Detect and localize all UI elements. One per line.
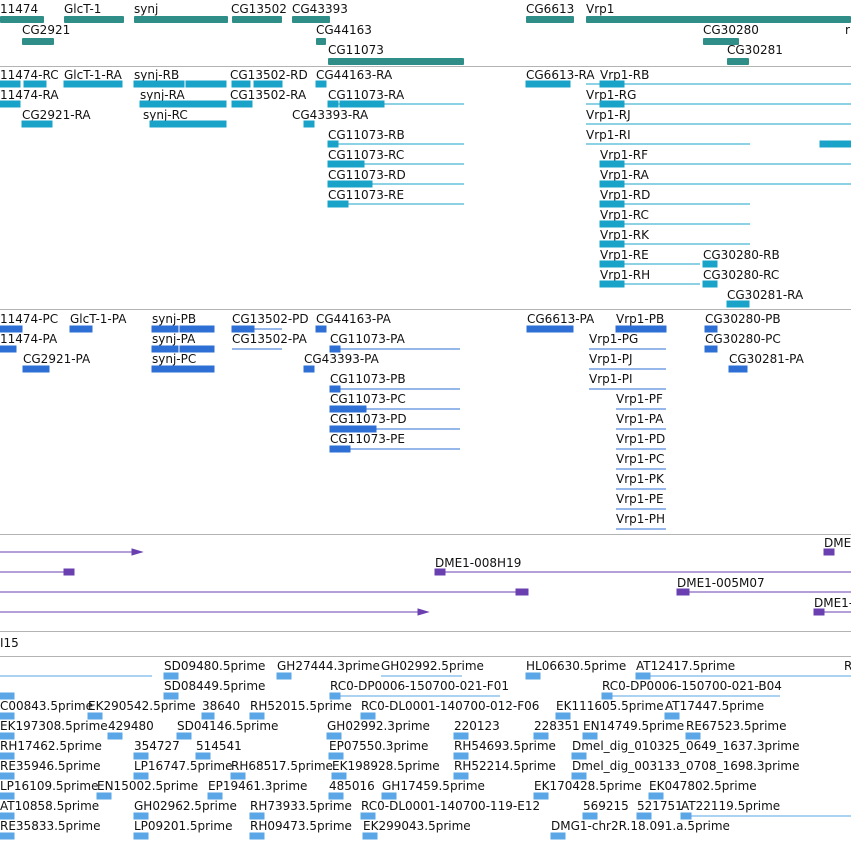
gene-feature[interactable] (232, 16, 282, 23)
gene-label[interactable]: CG30280 (703, 23, 759, 37)
gene-feature[interactable] (22, 38, 54, 45)
gene-feature[interactable] (292, 16, 330, 23)
gene-label[interactable]: CG13502 (231, 2, 287, 16)
protein-track: 11474-PC GlcT-1-PA synj-PB CG13502-PD CG… (0, 310, 851, 534)
gene-label[interactable]: r (845, 23, 850, 37)
gene-feature[interactable] (328, 58, 464, 65)
transcript-glyphs[interactable] (0, 67, 851, 309)
gene-feature[interactable] (526, 16, 574, 23)
gene-label[interactable]: CG2921 (22, 23, 70, 37)
gene-label[interactable]: CG6613 (526, 2, 574, 16)
gene-feature[interactable] (0, 16, 44, 23)
partial-label[interactable]: I15 (0, 636, 19, 650)
gene-feature[interactable] (64, 16, 124, 23)
gene-label[interactable]: CG30281 (727, 43, 783, 57)
est-track: SD09480.5prime GH27444.3prime GH02992.5p… (0, 657, 851, 842)
gene-label[interactable]: CG43393 (292, 2, 348, 16)
est-glyphs[interactable] (0, 657, 851, 842)
gene-feature[interactable] (586, 16, 851, 23)
gene-feature[interactable] (703, 38, 739, 45)
gene-track: 11474 GlcT-1 synj CG13502 CG43393 CG6613… (0, 0, 851, 66)
gene-feature[interactable] (316, 38, 326, 45)
clone-track: DME DME1-008H19 DME1-005M07 DME1- (0, 535, 851, 631)
gene-feature[interactable] (727, 58, 749, 65)
gene-label[interactable]: GlcT-1 (64, 2, 101, 16)
gene-feature[interactable] (134, 16, 228, 23)
clone-glyphs[interactable] (0, 535, 851, 631)
transcript-track: 11474-RC GlcT-1-RA synj-RB CG13502-RD CG… (0, 67, 851, 309)
gene-label[interactable]: CG44163 (316, 23, 372, 37)
partial-track: I15 (0, 632, 851, 656)
protein-glyphs[interactable] (0, 310, 851, 534)
gene-label[interactable]: Vrp1 (586, 2, 614, 16)
gene-label[interactable]: 11474 (0, 2, 38, 16)
gene-label[interactable]: CG11073 (328, 43, 384, 57)
gene-label[interactable]: synj (134, 2, 158, 16)
